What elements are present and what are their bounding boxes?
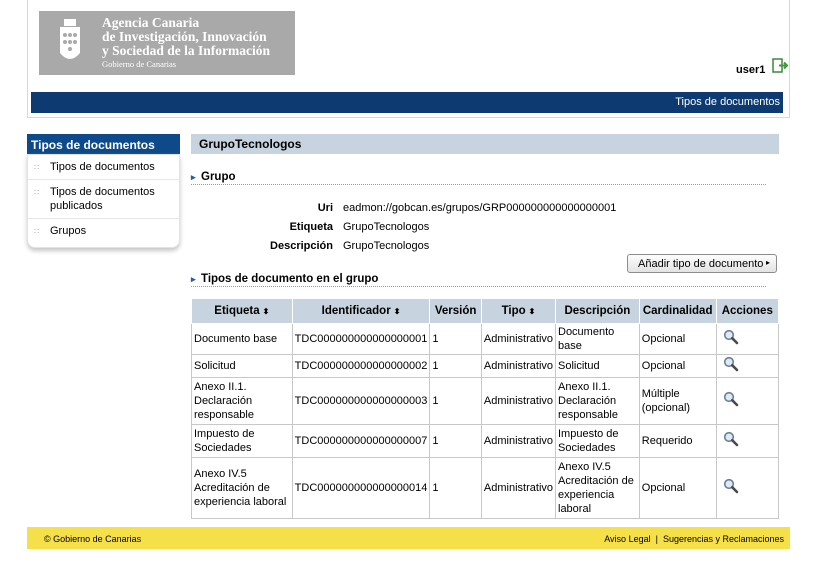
logout-icon[interactable] (772, 58, 789, 74)
cell-acciones (715, 354, 780, 378)
etiqueta-value: GrupoTecnologos (343, 221, 430, 233)
sidebar-item-grupos[interactable]: ∷ Grupos (28, 219, 179, 243)
bullet-icon: ∷ (34, 227, 39, 236)
cell-version: 1 (429, 323, 482, 355)
agency-name: Agencia Canaria de Investigación, Innova… (102, 15, 271, 58)
cell-cardinalidad: Requerido (638, 424, 717, 458)
magnifier-icon[interactable] (723, 431, 739, 447)
etiqueta-label: Etiqueta (289, 221, 333, 233)
cell-identificador: TDC000000000000000002 (291, 354, 431, 378)
cell-etiqueta: Solicitud (191, 354, 293, 378)
table-row: Anexo II.1. Declaración responsable TDC0… (191, 377, 780, 425)
doc-section-label: Tipos de documento en el grupo (201, 273, 379, 285)
bullet-icon: ∷ (34, 163, 39, 172)
agency-logo[interactable]: Agencia Canaria de Investigación, Innova… (39, 11, 295, 75)
column-header-etiqueta[interactable]: Etiqueta ⬍ (191, 298, 293, 324)
column-header-tipo[interactable]: Tipo ⬍ (480, 298, 557, 324)
sidebar-item-tipos-publicados[interactable]: ∷ Tipos de documentos publicados (28, 180, 179, 219)
section-arrow-icon: ▸ (191, 274, 196, 284)
column-header-cardinalidad: Cardinalidad (638, 298, 717, 324)
bullet-icon: ∷ (34, 188, 39, 197)
descripcion-value: GrupoTecnologos (343, 240, 430, 252)
cell-descripcion: Anexo II.1. Declaración responsable (555, 377, 640, 425)
sort-icon: ⬍ (262, 307, 270, 316)
sidebar-item-tipos-documentos[interactable]: ∷ Tipos de documentos (28, 155, 179, 180)
breadcrumb[interactable]: Tipos de documentos (675, 96, 780, 108)
group-section-label: Grupo (201, 171, 236, 183)
sort-icon: ⬍ (393, 307, 401, 316)
cell-etiqueta: Impuesto de Sociedades (191, 424, 293, 458)
magnifier-icon[interactable] (723, 329, 739, 345)
sidebar: Tipos de documentos ∷ Tipos de documento… (27, 134, 180, 248)
cell-tipo: Administrativo (480, 377, 557, 425)
column-header-acciones: Acciones (715, 298, 780, 324)
magnifier-icon[interactable] (723, 391, 739, 407)
footer-links: Aviso Legal | Sugerencias y Reclamaciones (604, 534, 784, 544)
cell-acciones (715, 457, 780, 519)
cell-cardinalidad: Opcional (638, 323, 717, 355)
sidebar-item-label: Grupos (50, 225, 87, 237)
copyright-text: © Gobierno de Canarias (44, 534, 142, 544)
canarias-crest-icon (60, 19, 80, 59)
magnifier-icon[interactable] (723, 478, 739, 494)
sidebar-menu: ∷ Tipos de documentos ∷ Tipos de documen… (27, 154, 180, 248)
government-name: Gobierno de Canarias (102, 59, 177, 69)
table-row: Anexo IV.5 Acreditación de experiencia l… (191, 457, 780, 519)
cell-descripcion: Anexo IV.5 Acreditación de experiencia l… (555, 457, 640, 519)
cell-identificador: TDC000000000000000001 (291, 323, 431, 355)
magnifier-icon[interactable] (723, 356, 739, 372)
cell-cardinalidad: Múltiple (opcional) (638, 377, 717, 425)
sidebar-item-label: Tipos de documentos (50, 161, 155, 173)
column-header-identificador[interactable]: Identificador ⬍ (291, 298, 431, 324)
uri-label: Uri (317, 202, 333, 214)
cell-etiqueta: Anexo II.1. Declaración responsable (191, 377, 293, 425)
cell-tipo: Administrativo (480, 323, 557, 355)
group-section-title: ▸ Grupo (191, 171, 766, 185)
cell-cardinalidad: Opcional (638, 457, 717, 519)
cell-version: 1 (429, 457, 482, 519)
cell-cardinalidad: Opcional (638, 354, 717, 378)
cell-tipo: Administrativo (480, 354, 557, 378)
legal-link[interactable]: Aviso Legal (604, 534, 650, 544)
sidebar-item-label: Tipos de documentos publicados (50, 186, 155, 212)
cell-etiqueta: Documento base (191, 323, 293, 355)
suggestions-link[interactable]: Sugerencias y Reclamaciones (663, 534, 784, 544)
table-row: Solicitud TDC000000000000000002 1 Admini… (191, 354, 780, 378)
cell-descripcion: Documento base (555, 323, 640, 355)
uri-value: eadmon://gobcan.es/grupos/GRP00000000000… (343, 202, 617, 214)
cell-acciones (715, 323, 780, 355)
username: user1 (736, 64, 766, 76)
cell-tipo: Administrativo (480, 457, 557, 519)
add-document-type-button[interactable]: Añadir tipo de documento ▸ (627, 254, 777, 273)
sidebar-title: Tipos de documentos (27, 134, 180, 154)
cell-tipo: Administrativo (480, 424, 557, 458)
column-header-descripcion: Descripción (555, 298, 640, 324)
page-title: GrupoTecnologos (191, 134, 779, 154)
footer: © Gobierno de Canarias Aviso Legal | Suger… (27, 527, 790, 549)
footer-separator: | (655, 534, 658, 544)
cell-descripcion: Solicitud (555, 354, 640, 378)
cell-acciones (715, 377, 780, 425)
table-row: Documento base TDC000000000000000001 1 A… (191, 323, 780, 355)
cell-identificador: TDC000000000000000014 (291, 457, 431, 519)
descripcion-label: Descripción (270, 240, 333, 252)
cell-descripcion: Impuesto de Sociedades (555, 424, 640, 458)
table-row: Impuesto de Sociedades TDC00000000000000… (191, 424, 780, 458)
cell-version: 1 (429, 377, 482, 425)
breadcrumb-bar: Tipos de documentos (31, 92, 783, 113)
sort-icon: ⬍ (528, 307, 536, 316)
doc-section-title: ▸ Tipos de documento en el grupo (191, 273, 766, 287)
chevron-right-icon: ▸ (765, 258, 770, 267)
document-types-table: Etiqueta ⬍ Identificador ⬍ Versión Tipo ⬍ D… (191, 298, 780, 519)
column-header-version: Versión (429, 298, 482, 324)
cell-acciones (715, 424, 780, 458)
add-button-label: Añadir tipo de documento (638, 258, 764, 270)
cell-etiqueta: Anexo IV.5 Acreditación de experiencia l… (191, 457, 293, 519)
cell-version: 1 (429, 354, 482, 378)
section-arrow-icon: ▸ (191, 172, 196, 182)
cell-identificador: TDC000000000000000007 (291, 424, 431, 458)
cell-identificador: TDC000000000000000003 (291, 377, 431, 425)
cell-version: 1 (429, 424, 482, 458)
